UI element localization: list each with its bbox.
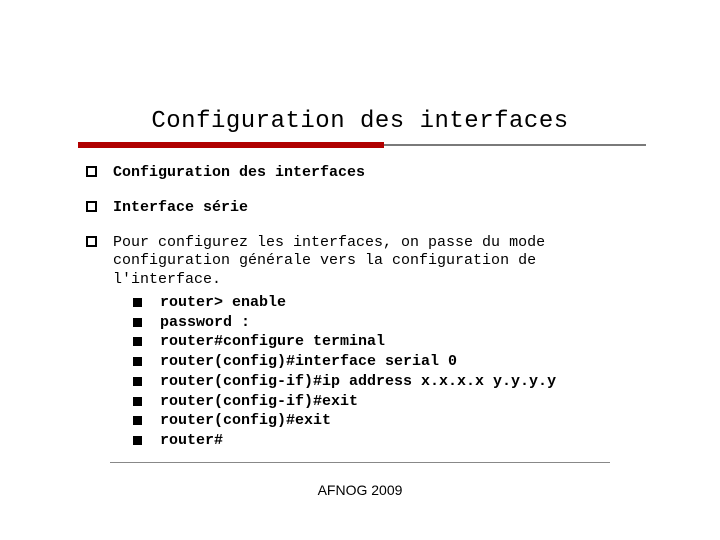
filled-square-icon [133, 397, 142, 406]
hollow-square-icon [86, 236, 97, 247]
content-area: Configuration des interfaces Interface s… [86, 164, 646, 452]
bottom-rule [110, 462, 610, 463]
command-1: router> enable [133, 294, 646, 313]
command-8: router# [133, 432, 646, 451]
footer-text: AFNOG 2009 [0, 482, 720, 498]
bullet-1: Configuration des interfaces [86, 164, 646, 183]
bullet-3-body: Pour configurez les interfaces, on passe… [113, 234, 646, 452]
command-4: router(config)#interface serial 0 [133, 353, 646, 372]
hollow-square-icon [86, 201, 97, 212]
slide-title: Configuration des interfaces [0, 108, 720, 135]
filled-square-icon [133, 436, 142, 445]
filled-square-icon [133, 318, 142, 327]
bullet-3: Pour configurez les interfaces, on passe… [86, 234, 646, 452]
command-7: router(config)#exit [133, 412, 646, 431]
command-6: router(config-if)#exit [133, 393, 646, 412]
filled-square-icon [133, 337, 142, 346]
command-5-text: router(config-if)#ip address x.x.x.x y.y… [160, 373, 556, 392]
hollow-square-icon [86, 166, 97, 177]
title-rule-red [78, 142, 384, 148]
bullet-1-text: Configuration des interfaces [113, 164, 646, 183]
command-7-text: router(config)#exit [160, 412, 331, 431]
command-5: router(config-if)#ip address x.x.x.x y.y… [133, 373, 646, 392]
command-3: router#configure terminal [133, 333, 646, 352]
slide: Configuration des interfaces Configurati… [0, 0, 720, 540]
command-8-text: router# [160, 432, 223, 451]
command-2-text: password : [160, 314, 250, 333]
command-1-text: router> enable [160, 294, 286, 313]
command-list: router> enable password : router#configu… [133, 294, 646, 451]
bullet-2-text: Interface série [113, 199, 646, 218]
bullet-2: Interface série [86, 199, 646, 218]
filled-square-icon [133, 416, 142, 425]
command-4-text: router(config)#interface serial 0 [160, 353, 457, 372]
command-6-text: router(config-if)#exit [160, 393, 358, 412]
filled-square-icon [133, 357, 142, 366]
title-rule-gray [384, 144, 646, 146]
command-3-text: router#configure terminal [160, 333, 385, 352]
bullet-3-intro: Pour configurez les interfaces, on passe… [113, 234, 545, 289]
filled-square-icon [133, 377, 142, 386]
command-2: password : [133, 314, 646, 333]
filled-square-icon [133, 298, 142, 307]
